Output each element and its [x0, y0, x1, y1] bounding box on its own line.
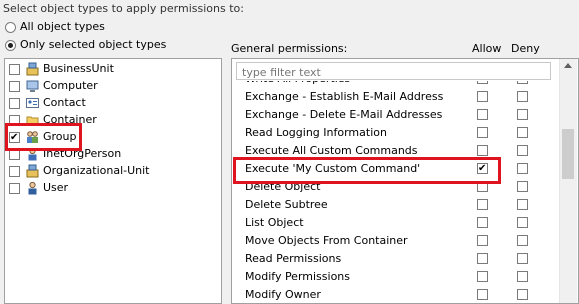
allow-checkbox[interactable]: [477, 235, 488, 246]
deny-checkbox[interactable]: [517, 81, 528, 84]
deny-checkbox[interactable]: [517, 145, 528, 156]
object-type-label: User: [43, 181, 69, 194]
group-highlight-box: [5, 123, 82, 151]
permission-label: Exchange - Establish E-Mail Address: [245, 90, 444, 103]
scrollbar-thumb[interactable]: [562, 129, 574, 179]
radio-all-label: All object types: [20, 20, 105, 33]
deny-checkbox[interactable]: [517, 235, 528, 246]
org-unit-icon: [26, 164, 39, 178]
object-types-list[interactable]: BusinessUnitComputerContactContainerGrou…: [4, 58, 222, 304]
allow-checkbox[interactable]: [477, 91, 488, 102]
object-type-item[interactable]: BusinessUnit: [5, 61, 205, 78]
permission-label: Read Logging Information: [245, 126, 387, 139]
scroll-up-arrow-icon[interactable]: [564, 63, 572, 68]
object-type-checkbox[interactable]: [9, 64, 20, 75]
radio-selected-button[interactable]: [5, 40, 16, 51]
deny-checkbox[interactable]: [517, 217, 528, 228]
permission-row: Modify Owner: [232, 286, 562, 303]
allow-checkbox[interactable]: [477, 199, 488, 210]
permission-label: Modify Owner: [245, 288, 321, 301]
object-type-checkbox[interactable]: [9, 98, 20, 109]
object-type-label: Contact: [43, 96, 86, 109]
permission-label: Move Objects From Container: [245, 234, 408, 247]
permission-label: Execute All Custom Commands: [245, 144, 418, 157]
allow-checkbox[interactable]: [477, 109, 488, 120]
permission-label: Write All Properties: [245, 81, 350, 85]
permission-row: Read Permissions: [232, 250, 562, 268]
org-unit-icon: [26, 62, 39, 76]
object-type-item[interactable]: Contact: [5, 95, 205, 112]
permission-label: Modify Permissions: [245, 270, 351, 283]
deny-checkbox[interactable]: [517, 163, 528, 174]
allow-checkbox[interactable]: [477, 145, 488, 156]
deny-checkbox[interactable]: [517, 127, 528, 138]
object-type-checkbox[interactable]: [9, 183, 20, 194]
filter-box[interactable]: [236, 62, 551, 80]
object-type-item[interactable]: User: [5, 180, 205, 197]
deny-checkbox[interactable]: [517, 109, 528, 120]
permission-label: Read Permissions: [245, 252, 342, 265]
contact-card-icon: [26, 96, 39, 110]
radio-selected-label: Only selected object types: [20, 38, 167, 51]
permission-row: Move Objects From Container: [232, 232, 562, 250]
vertical-scrollbar[interactable]: [559, 59, 577, 303]
object-type-checkbox[interactable]: [9, 81, 20, 92]
deny-checkbox[interactable]: [517, 289, 528, 300]
permission-label: Exchange - Delete E-Mail Addresses: [245, 108, 443, 121]
object-type-label: BusinessUnit: [43, 62, 114, 75]
permission-row: Write All Properties: [232, 81, 562, 88]
object-type-item[interactable]: Organizational-Unit: [5, 163, 205, 180]
allow-checkbox[interactable]: [477, 81, 488, 84]
deny-checkbox[interactable]: [517, 253, 528, 264]
permission-row: Exchange - Delete E-Mail Addresses: [232, 106, 562, 124]
deny-checkbox[interactable]: [517, 91, 528, 102]
computer-icon: [26, 79, 39, 93]
general-permissions-label: General permissions:: [231, 42, 348, 55]
deny-column-header: Deny: [511, 42, 540, 55]
filter-input[interactable]: [240, 64, 544, 80]
apply-to-label: Select object types to apply permissions…: [3, 2, 244, 15]
custom-command-highlight-box: [233, 157, 501, 184]
allow-checkbox[interactable]: [477, 289, 488, 300]
radio-all-button[interactable]: [5, 22, 16, 33]
permissions-viewport: Write All Properties Exchange - Establish…: [232, 81, 562, 303]
permission-label: List Object: [245, 216, 304, 229]
object-type-item[interactable]: Computer: [5, 78, 205, 95]
allow-checkbox[interactable]: [477, 127, 488, 138]
permission-label: Delete Subtree: [245, 198, 328, 211]
object-type-checkbox[interactable]: [9, 166, 20, 177]
user-icon: [26, 181, 39, 195]
object-type-label: Organizational-Unit: [43, 164, 150, 177]
permission-row: Delete Subtree: [232, 196, 562, 214]
deny-checkbox[interactable]: [517, 199, 528, 210]
allow-checkbox[interactable]: [477, 217, 488, 228]
permission-row: Read Logging Information: [232, 124, 562, 142]
allow-checkbox[interactable]: [477, 253, 488, 264]
deny-checkbox[interactable]: [517, 271, 528, 282]
deny-checkbox[interactable]: [517, 181, 528, 192]
permission-row: Modify Permissions: [232, 268, 562, 286]
object-type-label: Computer: [43, 79, 98, 92]
permission-row: Exchange - Establish E-Mail Address: [232, 88, 562, 106]
allow-checkbox[interactable]: [477, 271, 488, 282]
permission-row: List Object: [232, 214, 562, 232]
allow-column-header: Allow: [472, 42, 502, 55]
